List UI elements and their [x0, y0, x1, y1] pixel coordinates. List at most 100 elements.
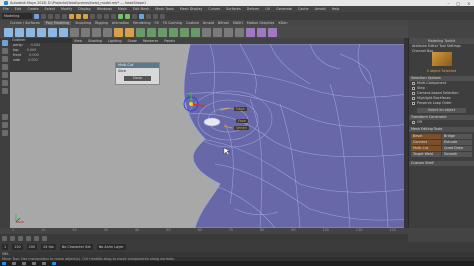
viewport-menu-shading[interactable]: Shading	[88, 39, 102, 43]
maximize-button[interactable]: □	[456, 1, 460, 6]
menu-help[interactable]: Help	[331, 7, 341, 11]
render-settings-icon[interactable]	[132, 13, 137, 19]
render-icon[interactable]	[118, 13, 123, 19]
bool-diff-icon[interactable]	[125, 27, 134, 37]
maya-taskbar-icon[interactable]	[52, 262, 56, 265]
menu-deform[interactable]: Deform	[246, 7, 261, 11]
rotate-tool-icon[interactable]	[2, 72, 8, 78]
bevel-button[interactable]: Bevel	[411, 134, 441, 139]
shelf-tab-animation[interactable]: Animation	[112, 21, 129, 25]
close-button[interactable]: ×	[467, 1, 470, 6]
shelf-tab-sculpting[interactable]: Sculpting	[75, 21, 91, 25]
menu-file[interactable]: File	[2, 7, 10, 11]
step-forward-icon[interactable]	[34, 235, 39, 241]
separate-icon[interactable]	[81, 27, 90, 37]
start-frame-field[interactable]: 1	[2, 244, 9, 250]
menu-edit[interactable]: Edit	[14, 7, 23, 11]
viewport-menu-renderer[interactable]: Renderer	[143, 39, 158, 43]
ipr-render-icon[interactable]	[125, 13, 130, 19]
bool-union-icon[interactable]	[114, 27, 123, 37]
menu-modify[interactable]: Modify	[60, 7, 73, 11]
extrude-icon[interactable]	[158, 27, 167, 37]
viewport-menu-view[interactable]: View	[74, 39, 82, 43]
fps-dropdown[interactable]: 24 fps	[41, 244, 56, 250]
plane-icon[interactable]	[48, 27, 57, 37]
undo-icon[interactable]	[55, 13, 60, 19]
menu-create[interactable]: Create	[26, 7, 39, 11]
hypershade-icon[interactable]	[139, 13, 144, 19]
last-tool-icon[interactable]	[2, 88, 8, 94]
menu-windows[interactable]: Windows	[96, 7, 113, 11]
four-view-layout-icon[interactable]	[2, 122, 8, 128]
shelf-tab-fx[interactable]: FX	[155, 21, 159, 25]
scale-tool-icon[interactable]	[2, 80, 8, 86]
play-back-icon[interactable]	[18, 235, 23, 241]
snap-plane-icon[interactable]	[111, 13, 116, 19]
select-tool-icon[interactable]	[2, 40, 8, 46]
character-set-dropdown[interactable]: No Character Set	[59, 244, 93, 250]
object-mode-cube-icon[interactable]	[431, 52, 452, 66]
camera-icon[interactable]	[160, 13, 165, 19]
minimize-button[interactable]: –	[447, 1, 449, 6]
menu-curves[interactable]: Curves	[207, 7, 221, 11]
combine-icon[interactable]	[70, 27, 79, 37]
target-weld-button[interactable]: Target Weld	[411, 152, 441, 157]
shelf-tab-rendering[interactable]: Rendering	[133, 21, 150, 25]
anim-end-field[interactable]: 200	[26, 244, 38, 250]
smooth-button[interactable]: Smooth	[442, 152, 472, 157]
open-scene-icon[interactable]	[41, 13, 46, 19]
append-icon[interactable]	[224, 27, 233, 37]
menu-surfaces[interactable]: Surfaces	[225, 7, 242, 11]
viewport-menu-panels[interactable]: Panels	[164, 39, 175, 43]
menu-uv[interactable]: UV	[264, 7, 271, 11]
cone-icon[interactable]	[37, 27, 46, 37]
play-forward-icon[interactable]	[26, 235, 31, 241]
browser-icon[interactable]	[42, 262, 46, 265]
outliner-layout-icon[interactable]	[2, 130, 8, 136]
live-surface-icon[interactable]	[153, 13, 158, 19]
new-scene-icon[interactable]	[34, 13, 39, 19]
merge-icon[interactable]	[202, 27, 211, 37]
menu-generate[interactable]: Generate	[275, 7, 293, 11]
constraint-off-option[interactable]: Off	[409, 120, 474, 125]
select-by-object-icon[interactable]	[76, 13, 81, 19]
shelf-tab-arnold[interactable]: Arnold	[203, 21, 214, 25]
move-tool-icon[interactable]	[2, 64, 8, 70]
task-view-icon[interactable]	[22, 262, 26, 265]
viewport-menu-show[interactable]: Show	[128, 39, 137, 43]
shelf-tab-rigging[interactable]: Rigging	[95, 21, 108, 25]
menu-select[interactable]: Select	[44, 7, 56, 11]
menu-mesh-display[interactable]: Mesh Display	[179, 7, 204, 11]
mode-selector[interactable]: Modeling	[2, 13, 32, 19]
shelf-tab-mash[interactable]: MASH	[233, 21, 243, 25]
edge-tag[interactable]: Edge	[234, 107, 247, 111]
snap-point-icon[interactable]	[104, 13, 109, 19]
menu-cache[interactable]: Cache	[297, 7, 310, 11]
save-scene-icon[interactable]	[48, 13, 53, 19]
menu-display[interactable]: Display	[77, 7, 92, 11]
planar-uv-icon[interactable]	[257, 27, 266, 37]
anim-layer-dropdown[interactable]: No Anim Layer	[96, 244, 126, 250]
cylinder-icon[interactable]	[26, 27, 35, 37]
select-object-button[interactable]: Select an object	[417, 108, 466, 113]
lasso-tool-icon[interactable]	[2, 48, 8, 54]
windows-start-icon[interactable]	[2, 262, 6, 265]
select-by-component-icon[interactable]	[83, 13, 88, 19]
menu-arnold[interactable]: Arnold	[314, 7, 327, 11]
shelf-tab-poly-modeling[interactable]: Poly Modeling	[43, 21, 72, 25]
mirror-icon[interactable]	[235, 27, 244, 37]
bridge-button[interactable]: Bridge	[442, 134, 472, 139]
menu-edit-mesh[interactable]: Edit Mesh	[132, 7, 151, 11]
bridge-icon[interactable]	[147, 27, 156, 37]
toolkit-tabs[interactable]: Attribute Editor Tool Settings Channel B…	[409, 44, 474, 53]
cube-icon[interactable]	[15, 27, 24, 37]
smooth-icon[interactable]	[103, 27, 112, 37]
quad-draw-icon[interactable]	[180, 27, 189, 37]
go-to-start-icon[interactable]	[2, 235, 7, 241]
done-button[interactable]: Done	[124, 76, 151, 81]
floating-panel-row[interactable]: Slice	[116, 68, 159, 74]
menu-mesh[interactable]: Mesh	[117, 7, 128, 11]
uv-editor-icon[interactable]	[246, 27, 255, 37]
extract-icon[interactable]	[92, 27, 101, 37]
viewport-menu-lighting[interactable]: Lighting	[108, 39, 122, 43]
